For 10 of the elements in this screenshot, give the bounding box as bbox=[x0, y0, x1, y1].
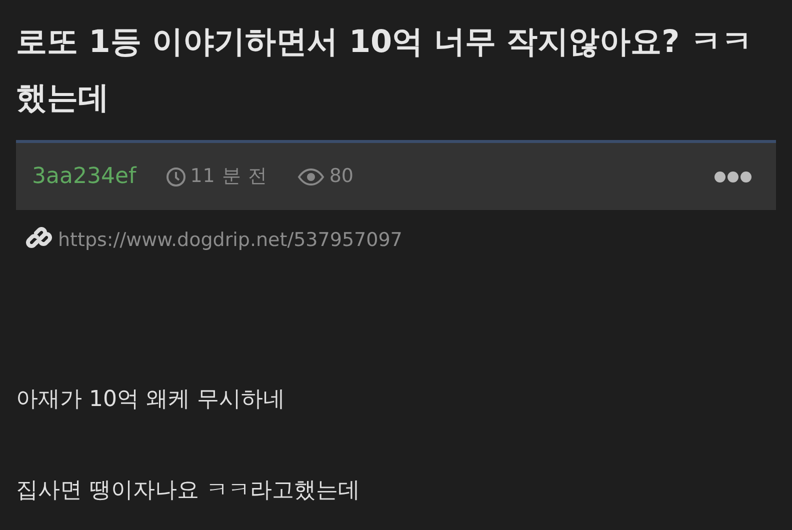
body-paragraph: 집사면 땡이자나요 ㅋㅋ라고했는데 bbox=[16, 476, 361, 504]
body-paragraph: 아재가 10억 왜케 무시하네 bbox=[16, 386, 286, 414]
clock-icon bbox=[166, 166, 186, 186]
post-title: 로또 1등 이야기하면서 10억 너무 작지않아요? ㅋㅋ했는데 bbox=[16, 23, 754, 118]
author-link[interactable]: 3aa234ef bbox=[32, 160, 136, 193]
post-time: 11 분 전 bbox=[190, 164, 268, 190]
eye-icon bbox=[297, 168, 326, 186]
more-icon[interactable] bbox=[714, 170, 752, 182]
view-count: 80 bbox=[329, 164, 354, 190]
post-url[interactable]: https://www.dogdrip.net/537957097 bbox=[58, 226, 402, 254]
